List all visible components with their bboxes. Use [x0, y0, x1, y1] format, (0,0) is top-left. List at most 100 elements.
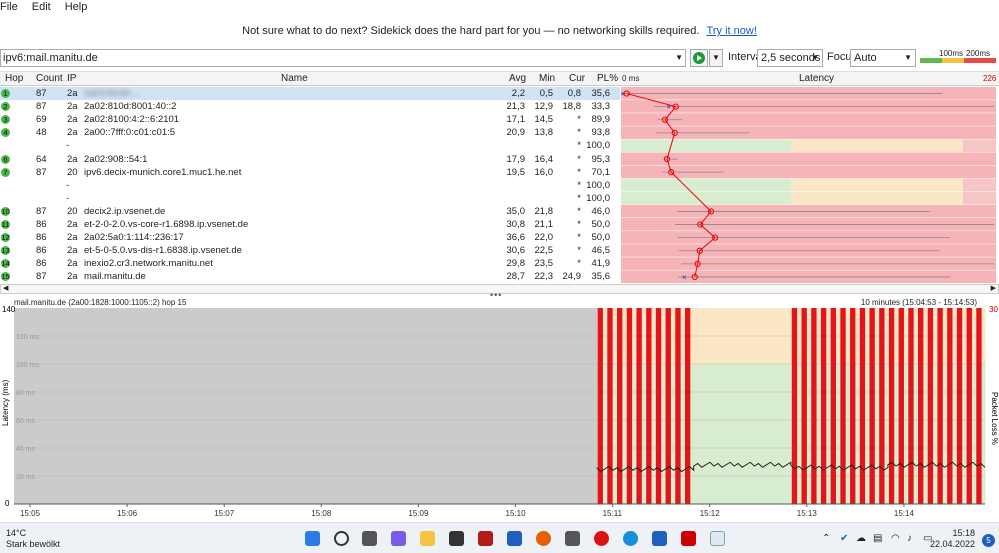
- firefox-icon[interactable]: [536, 531, 551, 546]
- col-ip[interactable]: IP: [67, 72, 76, 85]
- y2-axis-label: Packet Loss %: [990, 392, 999, 445]
- weather-widget[interactable]: 14°C Stark bewölkt: [6, 528, 60, 550]
- start-trace-button[interactable]: [690, 49, 708, 67]
- hop-number: 10: [1, 206, 10, 216]
- x-tick-label: 15:05: [20, 509, 41, 518]
- col-pl[interactable]: PL%: [597, 72, 618, 85]
- scroll-left-icon[interactable]: ◀: [3, 285, 8, 293]
- packet-loss-bar: [966, 308, 972, 504]
- chevron-up-icon[interactable]: ⌃: [822, 533, 830, 544]
- volume-icon[interactable]: ♪: [907, 533, 912, 544]
- col-count[interactable]: Count: [36, 72, 63, 85]
- app-icon[interactable]: [449, 531, 464, 546]
- hop-count: 87: [36, 101, 47, 113]
- col-hop[interactable]: Hop: [5, 72, 23, 85]
- mail-icon[interactable]: [507, 531, 522, 546]
- hop-avg: 17,1: [506, 114, 526, 126]
- col-cur[interactable]: Cur: [569, 72, 585, 85]
- col-min[interactable]: Min: [539, 72, 555, 85]
- msi-dragon-icon[interactable]: [478, 531, 493, 546]
- y-tick-label: 20 ms: [16, 474, 36, 481]
- notification-badge[interactable]: 5: [982, 534, 995, 547]
- start-trace-dropdown[interactable]: ▼: [709, 49, 723, 67]
- hop-number: 6: [1, 154, 10, 164]
- packet-loss-bar: [869, 308, 875, 504]
- col-latency[interactable]: Latency: [799, 72, 834, 85]
- hop-pl: 100,0: [586, 179, 610, 191]
- x-tick-label: 15:06: [117, 509, 138, 518]
- printer-icon[interactable]: ▤: [873, 533, 882, 544]
- try-it-now-link[interactable]: Try it now!: [707, 25, 757, 37]
- hop-min: 16,4: [534, 153, 554, 165]
- store-icon[interactable]: [652, 531, 667, 546]
- target-address-input[interactable]: ipv6:mail.manitu.de ▼: [0, 49, 686, 67]
- opera-icon[interactable]: [594, 531, 609, 546]
- table-row[interactable]: 2 87 2a 2a02:810d:8001:40::2 21,3 12,9 18,8 33,…: [0, 100, 620, 113]
- pingplotter-icon[interactable]: [710, 531, 725, 546]
- chevron-down-icon[interactable]: ▼: [675, 50, 683, 66]
- table-row[interactable]: 6 64 2a 2a02:908::54:1 17,9 16,4 * 95,3: [0, 153, 620, 166]
- security-icon[interactable]: ✔: [840, 533, 848, 544]
- table-row[interactable]: - * 100,0: [0, 192, 620, 205]
- network-icon[interactable]: ☁: [856, 533, 866, 544]
- task-view-icon[interactable]: [362, 531, 377, 546]
- edge-icon[interactable]: [623, 531, 638, 546]
- toolbar: ipv6:mail.manitu.de ▼ ▼ Interval 2,5 sec…: [0, 49, 999, 69]
- hop-name: -: [66, 140, 70, 152]
- clock-time: 15:18: [952, 528, 975, 538]
- menu-file[interactable]: File: [0, 0, 22, 14]
- table-row[interactable]: 11 86 2a et-2-0-2.0.vs-core-r1.6898.ip.vsen…: [0, 218, 620, 231]
- focus-select[interactable]: Auto ▼: [850, 49, 916, 67]
- scroll-right-icon[interactable]: ▶: [991, 285, 996, 293]
- hop-cur: *: [577, 245, 581, 257]
- teams-icon[interactable]: [391, 531, 406, 546]
- table-row[interactable]: 14 86 2a inexio2.cr3.network.manitu.net 29,8…: [0, 257, 620, 270]
- x-tick-label: 15:08: [311, 509, 332, 518]
- table-row[interactable]: 13 86 2a et-5-0-5.0.vs-dis-r1.6838.ip.vsene…: [0, 244, 620, 257]
- hop-name: 2a00::7fff:0:c01:c01:5: [84, 127, 176, 139]
- table-row[interactable]: 12 86 2a 2a02:5a0:1:114::236:17 36,6 22,0 * 50,…: [0, 231, 620, 244]
- col-avg[interactable]: Avg: [509, 72, 526, 85]
- hop-pl: 35,6: [591, 88, 611, 99]
- no-data-region: [111, 308, 209, 504]
- hop-min: 0,5: [539, 88, 553, 99]
- table-row[interactable]: 3 69 2a 2a02:8100:4:2::6:2101 17,1 14,5 * 89,9: [0, 113, 620, 126]
- hop-cur: *: [577, 258, 581, 270]
- interval-select[interactable]: 2,5 seconds ▼: [757, 49, 823, 67]
- col-zero-ms: 0 ms: [622, 74, 640, 83]
- app-icon[interactable]: [565, 531, 580, 546]
- msi-icon[interactable]: [681, 531, 696, 546]
- menu-help[interactable]: Help: [65, 0, 92, 14]
- file-explorer-icon[interactable]: [420, 531, 435, 546]
- y-tick-label: 60 ms: [16, 418, 36, 425]
- clock[interactable]: 15:18 22.04.2022: [930, 528, 975, 550]
- promo-banner: Not sure what to do next? Sidekick does …: [0, 22, 999, 40]
- hop-number: 4: [1, 128, 10, 138]
- col-name[interactable]: Name: [281, 72, 308, 85]
- packet-loss-bar: [646, 308, 652, 504]
- menu-edit[interactable]: Edit: [32, 0, 55, 14]
- table-row[interactable]: 7 87 20 ipv6.decix-munich.core1.muc1.he.net…: [0, 166, 620, 179]
- table-row[interactable]: 1 87 2a 2a02:810d:... 2,2 0,5 0,8 35,6: [0, 87, 620, 100]
- play-icon: [693, 52, 705, 64]
- packet-loss-bar: [675, 308, 681, 504]
- table-row[interactable]: 10 87 20 decix2.ip.vsenet.de 35,0 21,8 * 46,0: [0, 205, 620, 218]
- table-row[interactable]: - * 100,0: [0, 179, 620, 192]
- packet-loss-bar: [956, 308, 963, 504]
- table-row[interactable]: 4 48 2a 2a00::7fff:0:c01:c01:5 20,9 13,8 * 93,8: [0, 126, 620, 139]
- table-row[interactable]: 15 87 2a mail.manitu.de 28,7 22,3 24,9 35,6: [0, 270, 620, 283]
- hop-count: 87: [36, 205, 47, 217]
- hop-name: inexio2.cr3.network.manitu.net: [84, 258, 213, 270]
- packet-loss-bar: [820, 308, 827, 504]
- latency-current-mark: ×: [621, 90, 625, 99]
- search-icon[interactable]: [334, 531, 349, 546]
- hop-pl: 50,0: [591, 232, 611, 244]
- hop-pl: 41,9: [591, 258, 611, 270]
- table-row[interactable]: - * 100,0: [0, 139, 620, 152]
- hop-avg: 30,6: [506, 245, 526, 257]
- hop-cur: *: [577, 114, 581, 126]
- wifi-icon[interactable]: ◠: [891, 533, 900, 544]
- hop-name: 2a02:908::54:1: [84, 153, 148, 165]
- hop-avg: 35,0: [506, 205, 526, 217]
- start-icon[interactable]: [305, 531, 320, 546]
